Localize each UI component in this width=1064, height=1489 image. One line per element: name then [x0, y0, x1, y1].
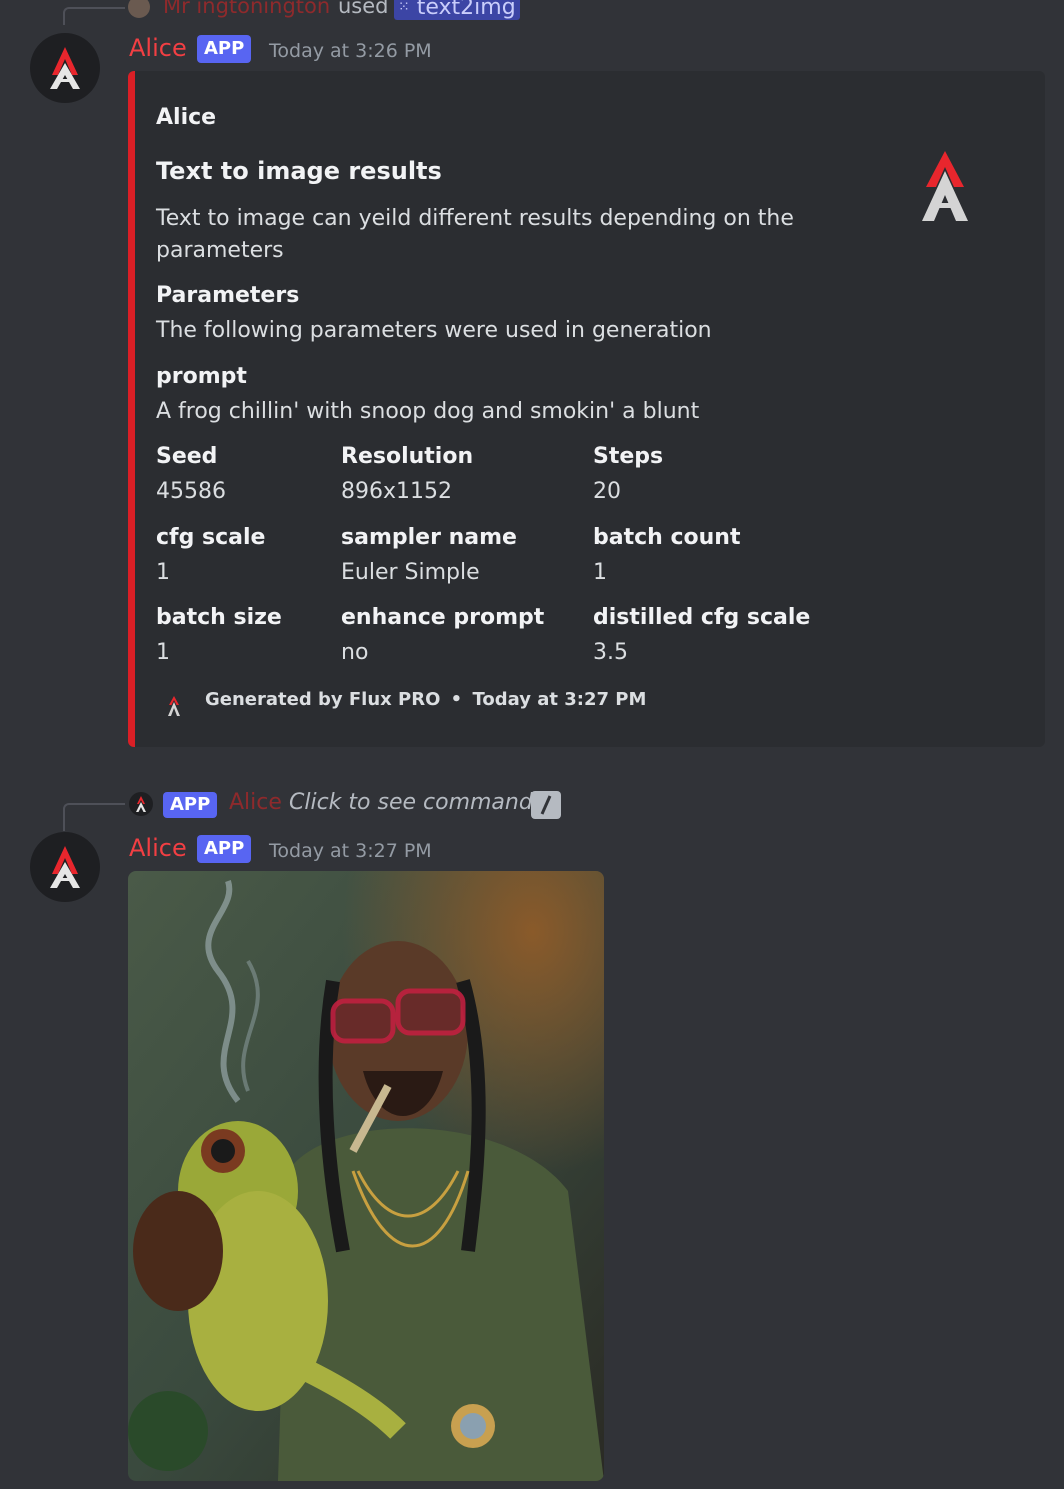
params-heading: Parameters	[156, 283, 300, 308]
message-timestamp: Today at 3:27 PM	[269, 840, 432, 862]
embed-description-line2: parameters	[156, 238, 284, 263]
field-name: Seed	[156, 444, 218, 469]
field-name: batch size	[156, 605, 282, 630]
footer-logo-icon	[168, 696, 180, 716]
field-name: Resolution	[341, 444, 474, 469]
reply-user-avatar[interactable]	[129, 792, 153, 816]
reply-used-text: used	[338, 0, 389, 18]
reply-user-name[interactable]: Mr ingtonington	[163, 0, 330, 18]
author-avatar[interactable]	[30, 33, 100, 103]
prompt-value: A frog chillin' with snoop dog and smoki…	[156, 399, 700, 424]
field-name: enhance prompt	[341, 605, 545, 630]
slash-apps-icon: ⁙	[398, 0, 410, 15]
footer-text: Generated by Flux PRO • Today at 3:27 PM	[205, 689, 646, 710]
reply-click-command[interactable]: Click to see command	[289, 790, 533, 815]
embed-author: Alice	[156, 105, 217, 130]
reply-app-badge: APP	[163, 792, 218, 818]
footer-time: Today at 3:27 PM	[472, 689, 647, 710]
message-timestamp: Today at 3:26 PM	[269, 40, 432, 62]
author-avatar[interactable]	[30, 832, 100, 902]
field-value: 1	[593, 560, 607, 585]
reply-command-chip[interactable]: ⁙ text2img	[394, 0, 520, 20]
reply-connector	[63, 803, 125, 831]
reply-user-name[interactable]: Alice	[229, 790, 282, 815]
footer-separator: •	[450, 689, 463, 710]
prompt-label: prompt	[156, 364, 247, 389]
field-value: 20	[593, 479, 621, 504]
field-name: Steps	[593, 444, 664, 469]
generated-image[interactable]	[128, 871, 604, 1481]
embed-title: Text to image results	[156, 157, 442, 185]
field-name: distilled cfg scale	[593, 605, 811, 630]
alice-logo-icon	[136, 796, 146, 812]
app-badge: APP	[197, 35, 252, 63]
field-name: cfg scale	[156, 525, 266, 550]
field-value: 896x1152	[341, 479, 452, 504]
embed-description-line1: Text to image can yeild different result…	[156, 206, 794, 231]
field-value: 45586	[156, 479, 226, 504]
field-name: batch count	[593, 525, 741, 550]
alice-logo-icon	[50, 47, 80, 89]
field-value: Euler Simple	[341, 560, 480, 585]
field-name: sampler name	[341, 525, 517, 550]
slash-command-icon[interactable]	[531, 791, 561, 819]
app-badge: APP	[197, 835, 252, 863]
alice-logo-icon	[922, 151, 968, 221]
reply-connector	[63, 7, 125, 25]
results-embed: Alice Text to image results Text to imag…	[128, 71, 1045, 747]
field-value: 1	[156, 640, 170, 665]
reply-user-avatar[interactable]	[128, 0, 150, 18]
author-name[interactable]: Alice	[129, 34, 187, 62]
author-name[interactable]: Alice	[129, 834, 187, 862]
alice-logo-icon	[50, 846, 80, 888]
field-value: 3.5	[593, 640, 628, 665]
field-value: 1	[156, 560, 170, 585]
reply-command-name: text2img	[416, 0, 516, 20]
params-text: The following parameters were used in ge…	[156, 318, 712, 343]
footer-generator: Generated by Flux PRO	[205, 689, 441, 710]
field-value: no	[341, 640, 369, 665]
